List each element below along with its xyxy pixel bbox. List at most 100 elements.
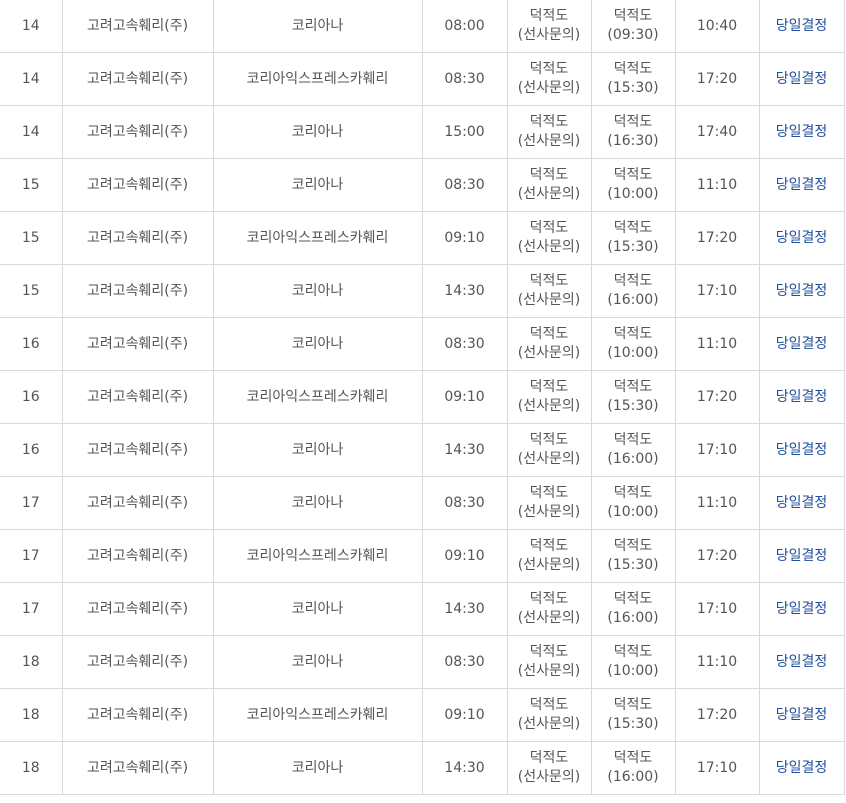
note-cell: 당일결정 (759, 635, 845, 689)
stop-line1: 덕적도 (613, 644, 653, 660)
return-cell: 10:40 (675, 0, 760, 53)
note-cell: 당일결정 (759, 317, 845, 371)
note-cell: 당일결정 (759, 582, 845, 636)
ship-text: 코리아나 (291, 494, 344, 511)
route-line2: (선사문의) (517, 716, 581, 732)
company-text: 고려고속훼리(주) (86, 335, 189, 352)
route-line2: (선사문의) (517, 769, 581, 785)
table-row: 14 고려고속훼리(주) 코리아나 15:00 덕적도 (선사문의) 덕적도 (… (0, 105, 845, 159)
same-day-decision-link[interactable]: 당일결정 (776, 71, 828, 87)
stop-line2: (15:30) (607, 80, 659, 96)
table-row: 16 고려고속훼리(주) 코리아나 14:30 덕적도 (선사문의) 덕적도 (… (0, 423, 845, 477)
return-time: 11:10 (696, 494, 738, 511)
stop-cell: 덕적도 (09:30) (591, 0, 676, 53)
ship-cell: 코리아나 (213, 741, 423, 795)
same-day-decision-link[interactable]: 당일결정 (776, 601, 828, 617)
same-day-decision-link[interactable]: 당일결정 (776, 283, 828, 299)
route-line2: (선사문의) (517, 398, 581, 414)
same-day-decision-link[interactable]: 당일결정 (776, 548, 828, 564)
day-text: 14 (21, 123, 40, 140)
day-text: 17 (21, 547, 40, 564)
ship-text: 코리아나 (291, 653, 344, 670)
company-text: 고려고속훼리(주) (86, 706, 189, 723)
same-day-decision-link[interactable]: 당일결정 (776, 707, 828, 723)
route-line1: 덕적도 (529, 167, 569, 183)
company-cell: 고려고속훼리(주) (62, 582, 214, 636)
company-text: 고려고속훼리(주) (86, 600, 189, 617)
route-cell: 덕적도 (선사문의) (507, 370, 592, 424)
stop-line1: 덕적도 (613, 61, 653, 77)
route-line1: 덕적도 (529, 538, 569, 554)
ship-cell: 코리아나 (213, 317, 423, 371)
stop-line2: (16:00) (607, 292, 659, 308)
ship-text: 코리아나 (291, 123, 344, 140)
depart-time: 09:10 (444, 706, 485, 723)
route-cell: 덕적도 (선사문의) (507, 211, 592, 265)
return-time: 10:40 (696, 17, 738, 34)
return-time: 11:10 (696, 335, 738, 352)
ship-text: 코리아익스프레스카훼리 (246, 706, 389, 723)
company-cell: 고려고속훼리(주) (62, 529, 214, 583)
depart-time: 14:30 (444, 600, 485, 617)
depart-cell: 08:30 (422, 317, 508, 371)
same-day-decision-link[interactable]: 당일결정 (776, 442, 828, 458)
depart-time: 14:30 (444, 759, 485, 776)
depart-cell: 14:30 (422, 264, 508, 318)
company-cell: 고려고속훼리(주) (62, 211, 214, 265)
table-row: 17 고려고속훼리(주) 코리아나 14:30 덕적도 (선사문의) 덕적도 (… (0, 582, 845, 636)
company-text: 고려고속훼리(주) (86, 123, 189, 140)
return-time: 17:20 (696, 388, 738, 405)
same-day-decision-link[interactable]: 당일결정 (776, 760, 828, 776)
day-cell: 18 (0, 635, 63, 689)
day-cell: 16 (0, 317, 63, 371)
ship-cell: 코리아나 (213, 105, 423, 159)
note-cell: 당일결정 (759, 264, 845, 318)
depart-cell: 08:30 (422, 52, 508, 106)
return-cell: 11:10 (675, 317, 760, 371)
stop-cell: 덕적도 (15:30) (591, 52, 676, 106)
stop-line2: (10:00) (607, 345, 659, 361)
same-day-decision-link[interactable]: 당일결정 (776, 18, 828, 34)
company-cell: 고려고속훼리(주) (62, 688, 214, 742)
same-day-decision-link[interactable]: 당일결정 (776, 389, 828, 405)
same-day-decision-link[interactable]: 당일결정 (776, 495, 828, 511)
route-line2: (선사문의) (517, 27, 581, 43)
stop-line1: 덕적도 (613, 750, 653, 766)
day-cell: 17 (0, 476, 63, 530)
ship-text: 코리아나 (291, 441, 344, 458)
return-time: 17:20 (696, 547, 738, 564)
return-cell: 17:10 (675, 741, 760, 795)
ship-text: 코리아나 (291, 759, 344, 776)
ship-cell: 코리아익스프레스카훼리 (213, 688, 423, 742)
ship-text: 코리아나 (291, 600, 344, 617)
stop-cell: 덕적도 (15:30) (591, 211, 676, 265)
day-text: 16 (21, 388, 40, 405)
day-text: 16 (21, 335, 40, 352)
return-time: 17:10 (696, 282, 738, 299)
note-cell: 당일결정 (759, 688, 845, 742)
return-cell: 17:20 (675, 688, 760, 742)
stop-line1: 덕적도 (613, 8, 653, 24)
ship-cell: 코리아익스프레스카훼리 (213, 211, 423, 265)
route-line2: (선사문의) (517, 345, 581, 361)
route-line2: (선사문의) (517, 557, 581, 573)
same-day-decision-link[interactable]: 당일결정 (776, 230, 828, 246)
company-cell: 고려고속훼리(주) (62, 0, 214, 53)
route-cell: 덕적도 (선사문의) (507, 105, 592, 159)
same-day-decision-link[interactable]: 당일결정 (776, 124, 828, 140)
day-text: 15 (21, 229, 40, 246)
route-cell: 덕적도 (선사문의) (507, 529, 592, 583)
day-text: 14 (21, 70, 40, 87)
day-cell: 16 (0, 370, 63, 424)
route-line1: 덕적도 (529, 485, 569, 501)
same-day-decision-link[interactable]: 당일결정 (776, 336, 828, 352)
company-cell: 고려고속훼리(주) (62, 741, 214, 795)
company-text: 고려고속훼리(주) (86, 176, 189, 193)
same-day-decision-link[interactable]: 당일결정 (776, 654, 828, 670)
note-cell: 당일결정 (759, 476, 845, 530)
note-cell: 당일결정 (759, 370, 845, 424)
route-line1: 덕적도 (529, 644, 569, 660)
return-time: 11:10 (696, 176, 738, 193)
same-day-decision-link[interactable]: 당일결정 (776, 177, 828, 193)
stop-line2: (16:00) (607, 451, 659, 467)
